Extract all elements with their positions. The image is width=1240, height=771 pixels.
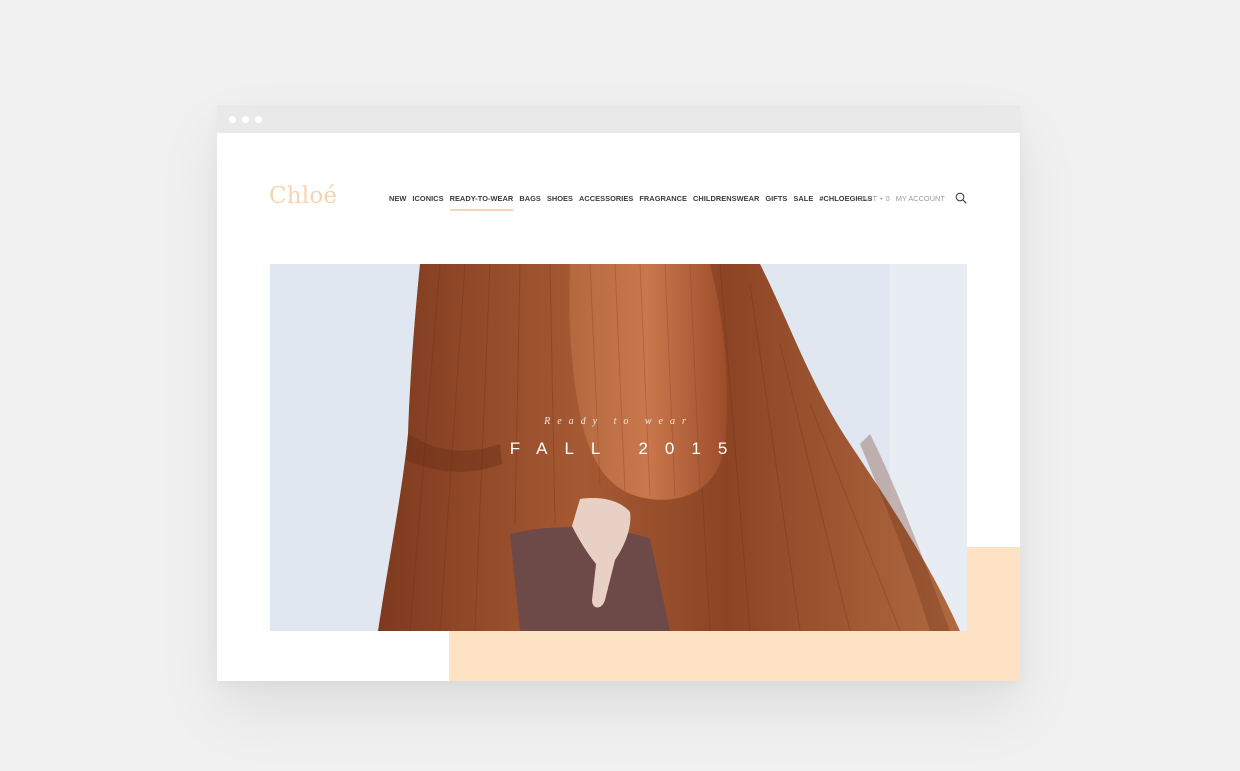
browser-window: Chloé NEW ICONICS READY-TO-WEAR BAGS SHO…	[217, 105, 1020, 681]
hero-banner[interactable]: Ready to wear FALL 2015	[270, 264, 967, 631]
window-close-dot[interactable]	[229, 116, 236, 123]
nav-item-accessories[interactable]: ACCESSORIES	[579, 194, 633, 203]
utility-nav: CART • 0 MY ACCOUNT	[857, 194, 945, 203]
nav-item-gifts[interactable]: GIFTS	[765, 194, 787, 203]
cart-count: 0	[885, 194, 890, 203]
nav-item-new[interactable]: NEW	[389, 194, 406, 203]
search-icon[interactable]	[955, 192, 967, 204]
nav-item-childrenswear[interactable]: CHILDRENSWEAR	[693, 194, 759, 203]
nav-item-fragrance[interactable]: FRAGRANCE	[639, 194, 687, 203]
cart-link[interactable]: CART • 0	[857, 194, 890, 203]
my-account-link[interactable]: MY ACCOUNT	[896, 194, 945, 203]
hero-subtitle: Ready to wear	[544, 416, 693, 427]
hero-title[interactable]: FALL 2015	[270, 439, 967, 459]
window-minimize-dot[interactable]	[242, 116, 249, 123]
cart-separator: •	[880, 194, 883, 203]
window-titlebar	[217, 105, 1020, 133]
window-maximize-dot[interactable]	[255, 116, 262, 123]
cart-label: CART	[857, 194, 877, 203]
brand-logo[interactable]: Chloé	[269, 183, 337, 209]
nav-item-iconics[interactable]: ICONICS	[412, 194, 443, 203]
decorative-peach-block-bottom	[449, 631, 1020, 681]
nav-item-ready-to-wear[interactable]: READY-TO-WEAR	[449, 194, 514, 211]
main-nav: NEW ICONICS READY-TO-WEAR BAGS SHOES ACC…	[389, 194, 872, 211]
nav-item-shoes[interactable]: SHOES	[547, 194, 573, 203]
nav-item-sale[interactable]: SALE	[793, 194, 813, 203]
nav-item-bags[interactable]: BAGS	[519, 194, 541, 203]
